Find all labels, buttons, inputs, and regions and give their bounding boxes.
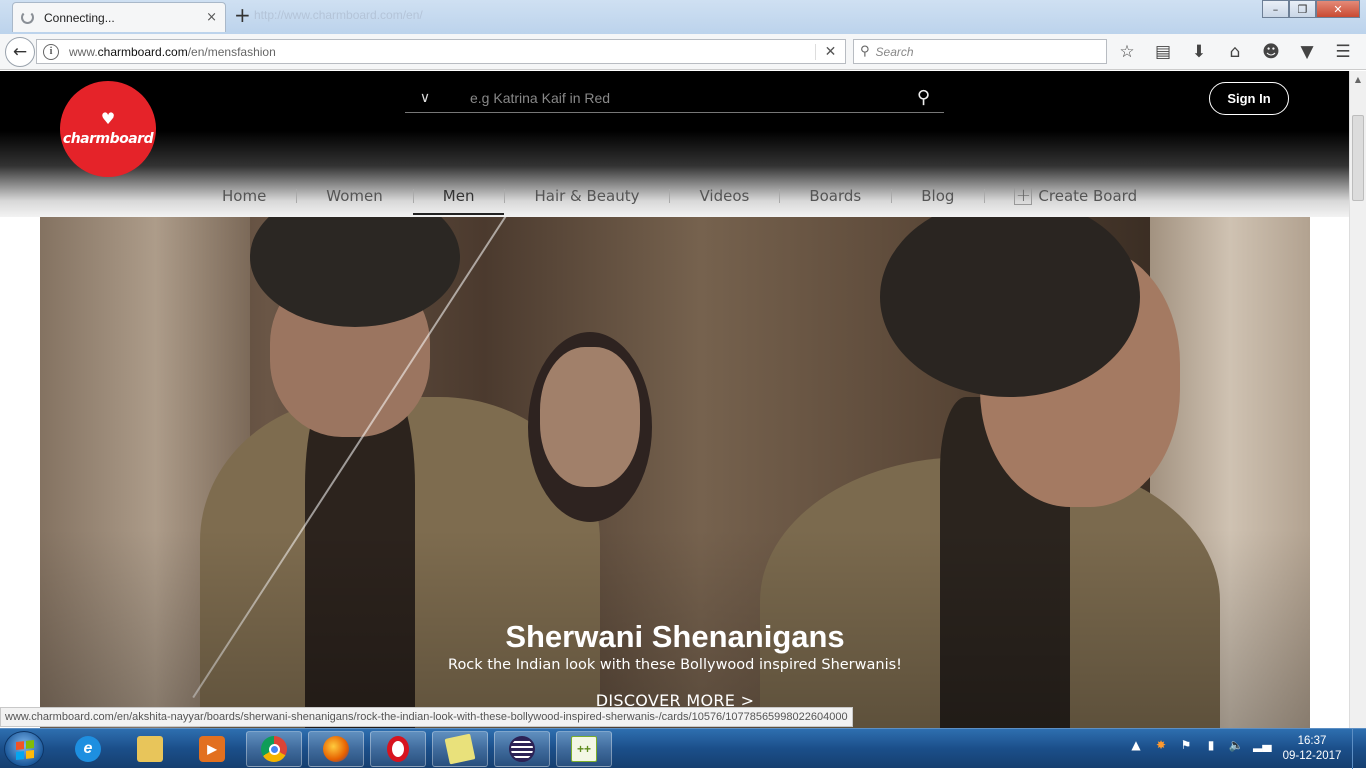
site-search-bar[interactable]: ∨ e.g Katrina Kaif in Red ⚲ [405, 83, 944, 113]
windows-taskbar: e ▶ ++ ▲ ✸ ⚑ ▮ 🔈 ▂▄ 16:37 09-12-2017 [0, 728, 1366, 769]
arrow-left-icon: ← [12, 42, 28, 62]
search-placeholder: Search [875, 44, 914, 59]
site-info-icon[interactable]: i [43, 43, 59, 60]
nav-item-men[interactable]: Men [412, 177, 505, 215]
main-nav: Home Women Men Hair & Beauty Videos Boar… [192, 177, 1167, 215]
media-player-icon: ▶ [199, 736, 225, 762]
internet-explorer-icon: e [75, 736, 101, 762]
bookmark-star-icon[interactable]: ☆ [1116, 42, 1138, 62]
scroll-up-icon[interactable]: ▲ [1350, 71, 1366, 88]
taskbar-media-player[interactable]: ▶ [184, 731, 240, 767]
nav-item-videos[interactable]: Videos [669, 177, 779, 215]
folder-icon [137, 736, 163, 762]
close-window-button[interactable]: ✕ [1316, 0, 1360, 18]
browser-tab-active[interactable]: Connecting... × [12, 2, 226, 32]
search-icon: ⚲ [860, 44, 870, 59]
site-header: ♥ charmboard ∨ e.g Katrina Kaif in Red ⚲… [0, 71, 1349, 217]
chrome-icon [261, 736, 287, 762]
avast-icon[interactable]: ✸ [1153, 737, 1169, 753]
plus-icon: + [1014, 185, 1033, 206]
notepad-plus-icon: ++ [571, 736, 597, 762]
system-tray: ▲ ✸ ⚑ ▮ 🔈 ▂▄ [1128, 737, 1271, 753]
menu-icon[interactable]: ☰ [1332, 42, 1354, 62]
heart-logo-icon: ♥ [100, 109, 116, 128]
taskbar-notepad-plus[interactable]: ++ [556, 731, 612, 767]
power-icon[interactable]: ▮ [1203, 737, 1219, 753]
taskbar-firefox[interactable] [308, 731, 364, 767]
chevron-down-icon[interactable]: ∨ [405, 90, 445, 106]
taskbar-chrome[interactable] [246, 731, 302, 767]
taskbar-opera[interactable] [370, 731, 426, 767]
taskbar-eclipse[interactable] [494, 731, 550, 767]
taskbar-clock[interactable]: 16:37 09-12-2017 [1280, 734, 1344, 764]
logo-text: charmboard [62, 131, 154, 147]
web-page: ♥ charmboard ∨ e.g Katrina Kaif in Red ⚲… [0, 71, 1349, 728]
nav-item-create-board[interactable]: + Create Board [984, 177, 1167, 215]
browser-toolbar: ☆ ▤ ⬇ ⌂ ☻ ▼ ☰ [1116, 42, 1354, 62]
clock-date: 09-12-2017 [1282, 750, 1342, 762]
sign-in-button[interactable]: Sign In [1209, 82, 1289, 115]
opera-icon [387, 736, 409, 762]
home-icon[interactable]: ⌂ [1224, 42, 1246, 62]
tab-title: Connecting... [44, 10, 115, 25]
background-tab-hint: http://www.charmboard.com/en/ [254, 8, 423, 22]
nav-item-home[interactable]: Home [192, 177, 296, 215]
back-button[interactable]: ← [5, 37, 35, 67]
new-tab-button[interactable]: + [234, 5, 251, 25]
hello-icon[interactable]: ☻ [1260, 42, 1282, 62]
browser-navbar: ← i www.charmboard.com/en/mensfashion ✕ … [0, 34, 1366, 70]
address-bar[interactable]: i www.charmboard.com/en/mensfashion ✕ [36, 39, 846, 64]
reading-list-icon[interactable]: ▤ [1152, 42, 1174, 62]
nav-item-blog[interactable]: Blog [891, 177, 984, 215]
site-search-input[interactable]: e.g Katrina Kaif in Red [470, 90, 917, 106]
url-text[interactable]: www.charmboard.com/en/mensfashion [69, 45, 815, 59]
pocket-icon[interactable]: ▼ [1296, 42, 1318, 62]
clock-time: 16:37 [1297, 735, 1327, 747]
action-center-flag-icon[interactable]: ⚑ [1178, 737, 1194, 753]
hero-subtitle: Rock the Indian look with these Bollywoo… [448, 657, 902, 673]
loading-spinner-icon [21, 11, 34, 24]
link-status-bar: www.charmboard.com/en/akshita-nayyar/boa… [0, 707, 853, 727]
start-button[interactable] [4, 731, 44, 767]
browser-titlebar: Connecting... × + http://www.charmboard.… [0, 0, 1366, 34]
minimize-button[interactable]: – [1262, 0, 1289, 18]
search-icon[interactable]: ⚲ [917, 87, 930, 108]
charmboard-logo[interactable]: ♥ charmboard [60, 81, 156, 177]
hero-banner[interactable]: Sherwani Shenanigans Rock the Indian loo… [40, 217, 1310, 728]
sticky-notes-icon [444, 733, 476, 765]
scroll-thumb[interactable] [1352, 115, 1364, 201]
window-controls: – ❐ ✕ [1262, 0, 1360, 18]
show-desktop-button[interactable] [1352, 729, 1366, 769]
eclipse-icon [509, 736, 535, 762]
nav-item-women[interactable]: Women [296, 177, 412, 215]
stop-loading-icon[interactable]: ✕ [815, 43, 845, 60]
downloads-icon[interactable]: ⬇ [1188, 42, 1210, 62]
maximize-button[interactable]: ❐ [1289, 0, 1316, 18]
windows-logo-icon [16, 740, 34, 760]
tab-close-icon[interactable]: × [206, 10, 217, 25]
taskbar-sticky-notes[interactable] [432, 731, 488, 767]
firefox-icon [323, 736, 349, 762]
browser-search-bar[interactable]: ⚲ Search [853, 39, 1107, 64]
network-signal-icon[interactable]: ▂▄ [1253, 737, 1271, 753]
hero-title: Sherwani Shenanigans [505, 619, 845, 654]
show-hidden-icons[interactable]: ▲ [1128, 737, 1144, 753]
taskbar-file-explorer[interactable] [122, 731, 178, 767]
nav-item-boards[interactable]: Boards [779, 177, 891, 215]
page-scrollbar[interactable]: ▲ [1349, 71, 1366, 728]
volume-icon[interactable]: 🔈 [1228, 737, 1244, 753]
taskbar-internet-explorer[interactable]: e [60, 731, 116, 767]
nav-item-hair-beauty[interactable]: Hair & Beauty [504, 177, 669, 215]
